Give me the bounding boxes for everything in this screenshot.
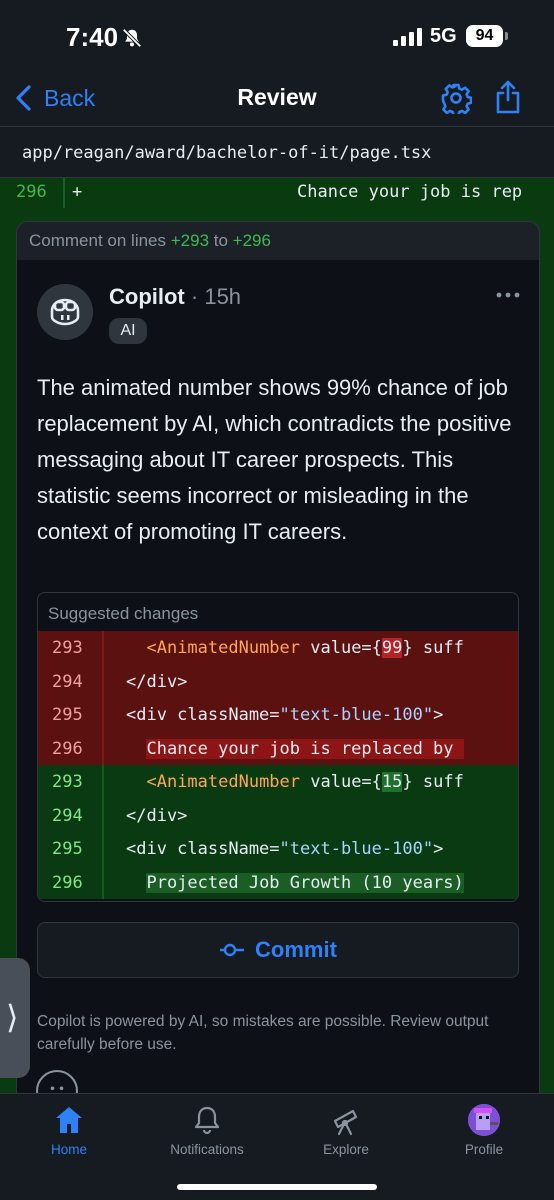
diff-code: Chance your job is rep	[297, 182, 523, 202]
battery-icon: 94	[466, 25, 503, 47]
side-panel-handle[interactable]: ⟩	[0, 958, 30, 1078]
line-number: 293	[52, 772, 83, 792]
share-icon[interactable]	[495, 80, 521, 114]
highlighted-change: Chance your job is replaced by	[146, 738, 464, 759]
bell-icon	[194, 1106, 220, 1135]
code-text: <AnimatedNumber value={99} suff	[146, 638, 464, 658]
suggestion-lines: 293 <AnimatedNumber value={99} suff 294 </…	[38, 631, 518, 899]
network-type: 5G	[430, 25, 457, 47]
line-number: 294	[52, 671, 83, 692]
deleted-line: 296 Chance your job is replaced by	[38, 731, 518, 765]
code-text: <div className="text-blue-100">	[126, 705, 444, 725]
home-icon	[56, 1107, 82, 1133]
suggested-changes: Suggested changes 293 <AnimatedNumber va…	[37, 592, 519, 902]
tab-home[interactable]: Home	[9, 1104, 129, 1157]
deleted-line: 293 <AnimatedNumber value={99} suff	[38, 631, 518, 665]
chevron-right-icon: ⟩	[6, 999, 19, 1035]
battery-tip	[505, 32, 508, 40]
thread-header-prefix: Comment on lines	[29, 231, 171, 250]
thread-header-to: to	[209, 231, 233, 250]
line-number: 296	[52, 738, 83, 759]
string-literal: "text-blue-100"	[279, 839, 434, 859]
telescope-icon	[333, 1109, 358, 1136]
chevron-left-icon	[16, 85, 31, 111]
gutter-divider	[102, 832, 104, 866]
comment: Copilot · 15h AI The animated number sho…	[17, 260, 539, 1120]
nav-bar: Back Review	[0, 72, 554, 126]
code-text: Projected Job Growth (10 years)	[126, 872, 464, 893]
deleted-line: 295 <div className="text-blue-100">	[38, 698, 518, 732]
diff-marker: +	[72, 182, 83, 202]
code-text: </div>	[126, 671, 188, 692]
gear-icon[interactable]	[440, 82, 472, 114]
gutter-divider	[102, 731, 104, 765]
gutter-divider	[102, 865, 104, 899]
gutter-divider	[63, 178, 65, 208]
line-number: 293	[52, 638, 83, 658]
code-text: <AnimatedNumber value={15} suff	[146, 772, 464, 792]
file-path[interactable]: app/reagan/award/bachelor-of-it/page.tsx	[0, 126, 554, 178]
tab-profile[interactable]: Profile	[424, 1104, 544, 1157]
status-bar: 7:40 5G 94	[0, 0, 554, 72]
tab-label: Profile	[464, 1142, 504, 1157]
tab-label: Home	[50, 1142, 87, 1157]
string-literal: "text-blue-100"	[279, 705, 434, 725]
line-number: 295	[52, 839, 83, 859]
commit-label: Commit	[255, 937, 337, 962]
highlighted-change: 15	[381, 772, 403, 792]
avatar-icon	[468, 1104, 500, 1136]
gutter-divider	[102, 798, 104, 832]
tab-label: Notifications	[170, 1142, 244, 1157]
status-time: 7:40	[66, 22, 119, 52]
code-text: Chance your job is replaced by	[126, 738, 464, 759]
back-button[interactable]: Back	[14, 80, 95, 116]
added-line: 295 <div className="text-blue-100">	[38, 832, 518, 866]
author-name[interactable]: Copilot	[109, 284, 185, 309]
highlighted-change: Projected Job Growth (10 years)	[146, 872, 464, 893]
comment-time: 15h	[204, 284, 242, 309]
line-number: 295	[52, 705, 83, 725]
highlighted-change: 99	[381, 638, 403, 658]
added-line: 296 Projected Job Growth (10 years)	[38, 865, 518, 899]
separator: ·	[184, 284, 205, 309]
gutter-divider	[102, 765, 104, 799]
signal-icon	[393, 28, 422, 46]
line-number: 296	[52, 872, 83, 893]
commit-button[interactable]: Commit	[37, 922, 519, 978]
tab-label: Explore	[323, 1142, 369, 1157]
tab-explore[interactable]: Explore	[286, 1104, 406, 1157]
comment-author-line: Copilot · 15h	[109, 284, 241, 310]
review-thread: Comment on lines +293 to +296 Copilot · …	[16, 221, 540, 1121]
ai-disclaimer: Copilot is powered by AI, so mistakes ar…	[37, 1013, 489, 1053]
gutter-divider	[102, 698, 104, 732]
more-options-icon[interactable]	[495, 290, 521, 300]
ai-badge: AI	[109, 318, 147, 344]
added-line: 294 </div>	[38, 798, 518, 832]
bell-slash-icon	[122, 28, 142, 48]
back-label: Back	[44, 84, 96, 111]
diff-line: 296 + Chance your job is rep	[0, 178, 554, 208]
home-indicator	[177, 1184, 377, 1190]
line-number: 296	[16, 182, 47, 202]
comment-text: The animated number shows 99% chance of …	[37, 375, 512, 544]
tab-notifications[interactable]: Notifications	[147, 1104, 267, 1157]
commit-icon	[220, 943, 245, 957]
jsx-tag: <AnimatedNumber	[146, 772, 301, 792]
jsx-tag: <AnimatedNumber	[146, 638, 301, 658]
added-line: 293 <AnimatedNumber value={15} suff	[38, 765, 518, 799]
line-number: 294	[52, 805, 83, 826]
start-line: +293	[170, 231, 210, 250]
gutter-divider	[102, 631, 104, 665]
deleted-line: 294 </div>	[38, 664, 518, 698]
copilot-avatar-icon[interactable]	[37, 284, 93, 340]
code-text: <div className="text-blue-100">	[126, 839, 444, 859]
suggested-changes-title: Suggested changes	[48, 604, 199, 623]
code-text: </div>	[126, 805, 188, 826]
thread-header: Comment on lines +293 to +296	[17, 222, 539, 260]
end-line: +296	[232, 231, 271, 250]
gutter-divider	[102, 664, 104, 698]
